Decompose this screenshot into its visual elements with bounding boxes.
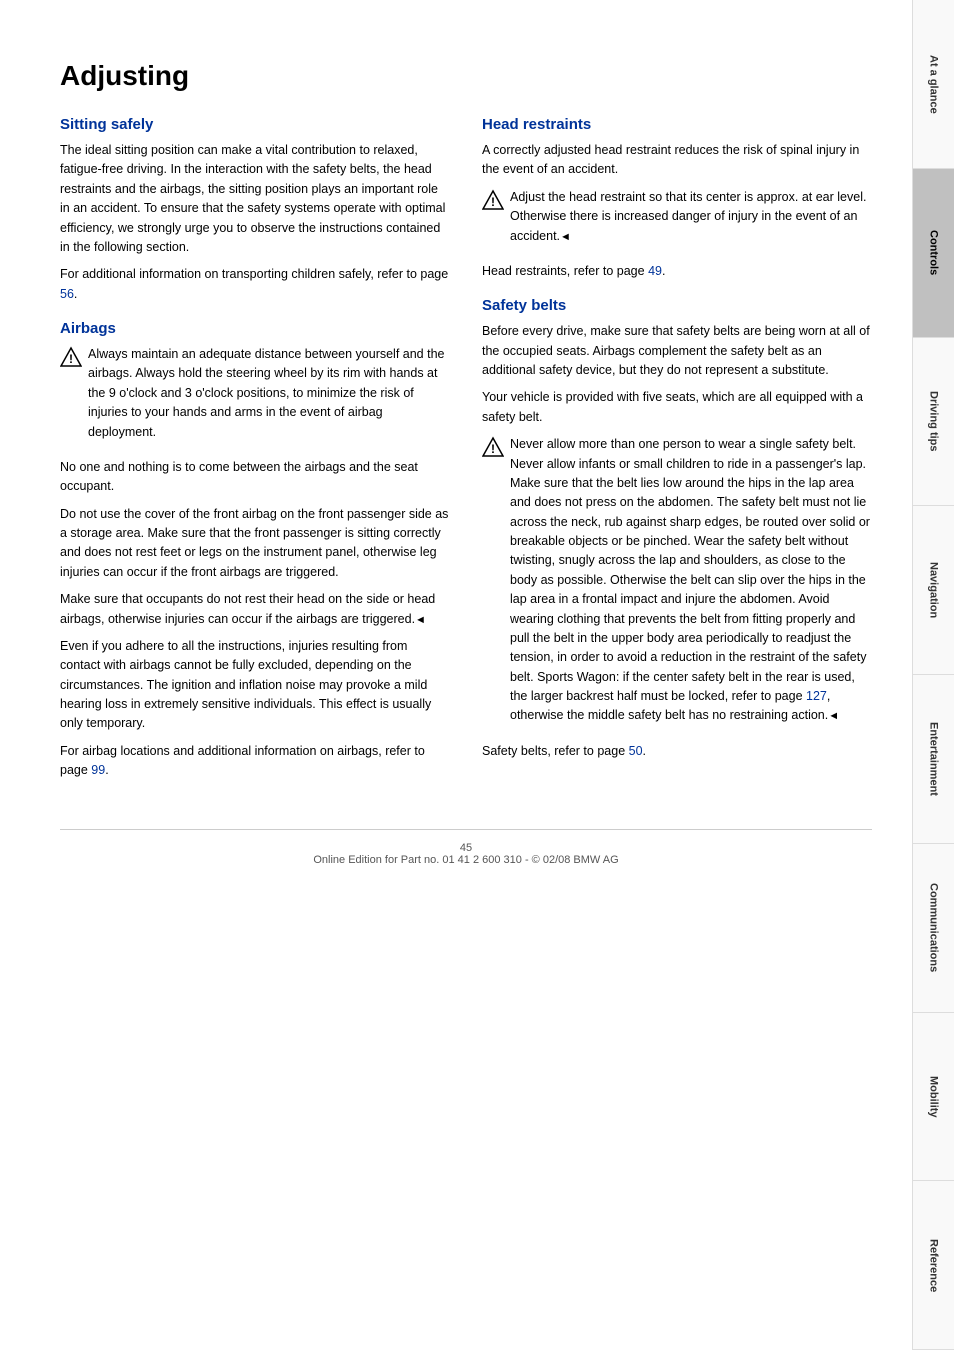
airbag-ref: For airbag locations and additional info… <box>60 742 450 781</box>
safety-belts-page-link[interactable]: 50 <box>629 744 643 758</box>
sidebar-item-entertainment[interactable]: Entertainment <box>913 675 954 844</box>
two-column-layout: Sitting safely The ideal sitting positio… <box>60 116 872 789</box>
sidebar-item-navigation[interactable]: Navigation <box>913 506 954 675</box>
right-column: Head restraints A correctly adjusted hea… <box>482 116 872 789</box>
head-restraints-page-link[interactable]: 49 <box>648 264 662 278</box>
sidebar-item-mobility[interactable]: Mobility <box>913 1013 954 1182</box>
left-column: Sitting safely The ideal sitting positio… <box>60 116 450 789</box>
page-title: Adjusting <box>60 60 872 92</box>
head-restraints-intro: A correctly adjusted head restraint redu… <box>482 141 872 180</box>
warning-icon-head-restraints: ! <box>482 189 504 211</box>
sidebar-item-reference[interactable]: Reference <box>913 1181 954 1350</box>
airbag-p3: Make sure that occupants do not rest the… <box>60 590 450 629</box>
sidebar-item-at-a-glance[interactable]: At a glance <box>913 0 954 169</box>
main-content: Adjusting Sitting safely The ideal sitti… <box>0 0 912 1350</box>
airbag-p2: Do not use the cover of the front airbag… <box>60 505 450 583</box>
head-restraints-warning-text: Adjust the head restraint so that its ce… <box>510 188 872 246</box>
safety-belts-p1: Before every drive, make sure that safet… <box>482 322 872 380</box>
sidebar: At a glance Controls Driving tips Naviga… <box>912 0 954 1350</box>
airbags-heading: Airbags <box>60 320 450 337</box>
sidebar-item-controls[interactable]: Controls <box>913 169 954 338</box>
warning-icon-airbag: ! <box>60 346 82 368</box>
sitting-safely-heading: Sitting safely <box>60 116 450 133</box>
head-restraints-warning-box: ! Adjust the head restraint so that its … <box>482 188 872 254</box>
safety-belts-ref: Safety belts, refer to page 50. <box>482 742 872 761</box>
children-page-link[interactable]: 56 <box>60 287 74 301</box>
warning-icon-safety-belts: ! <box>482 436 504 458</box>
head-restraints-heading: Head restraints <box>482 116 872 133</box>
airbag-page-link[interactable]: 99 <box>91 763 105 777</box>
airbag-warning-box: ! Always maintain an adequate distance b… <box>60 345 450 450</box>
head-restraints-ref: Head restraints, refer to page 49. <box>482 262 872 281</box>
footer-text: Online Edition for Part no. 01 41 2 600 … <box>313 854 618 866</box>
page-number: 45 <box>460 842 472 854</box>
airbag-p1: No one and nothing is to come between th… <box>60 458 450 497</box>
svg-text:!: ! <box>69 352 73 366</box>
safety-belts-heading: Safety belts <box>482 297 872 314</box>
sidebar-item-communications[interactable]: Communications <box>913 844 954 1013</box>
safety-belts-warning-text: Never allow more than one person to wear… <box>510 435 872 726</box>
sitting-safely-text: The ideal sitting position can make a vi… <box>60 141 450 257</box>
sidebar-item-driving-tips[interactable]: Driving tips <box>913 338 954 507</box>
safety-belts-warning-box: ! Never allow more than one person to we… <box>482 435 872 734</box>
svg-text:!: ! <box>491 195 495 209</box>
footer: 45 Online Edition for Part no. 01 41 2 6… <box>60 829 872 866</box>
airbag-p4: Even if you adhere to all the instructio… <box>60 637 450 734</box>
safety-belts-warning-page-link[interactable]: 127 <box>806 689 827 703</box>
svg-text:!: ! <box>491 442 495 456</box>
page-container: Adjusting Sitting safely The ideal sitti… <box>0 0 954 1350</box>
airbag-warning-text: Always maintain an adequate distance bet… <box>88 345 450 442</box>
safety-belts-p2: Your vehicle is provided with five seats… <box>482 388 872 427</box>
children-ref: For additional information on transporti… <box>60 265 450 304</box>
